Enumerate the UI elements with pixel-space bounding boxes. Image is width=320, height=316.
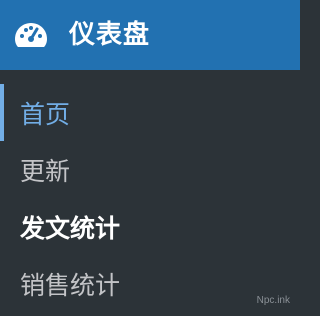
dashboard-title: 仪表盘 (69, 20, 151, 50)
dashboard-submenu: 首页 更新 发文统计 销售统计 (0, 84, 300, 312)
admin-sidebar-menu: 仪表盘 首页 更新 发文统计 销售统计 Npc.ink (0, 0, 300, 316)
dashboard-gauge-icon (15, 23, 47, 47)
submenu-item-updates[interactable]: 更新 (0, 141, 300, 198)
submenu-item-post-stats[interactable]: 发文统计 (0, 198, 300, 255)
dashboard-menu-header[interactable]: 仪表盘 (0, 0, 300, 70)
site-watermark: Npc.ink (256, 295, 290, 306)
submenu-item-sales-stats[interactable]: 销售统计 (0, 255, 300, 312)
submenu-item-home[interactable]: 首页 (0, 84, 300, 141)
